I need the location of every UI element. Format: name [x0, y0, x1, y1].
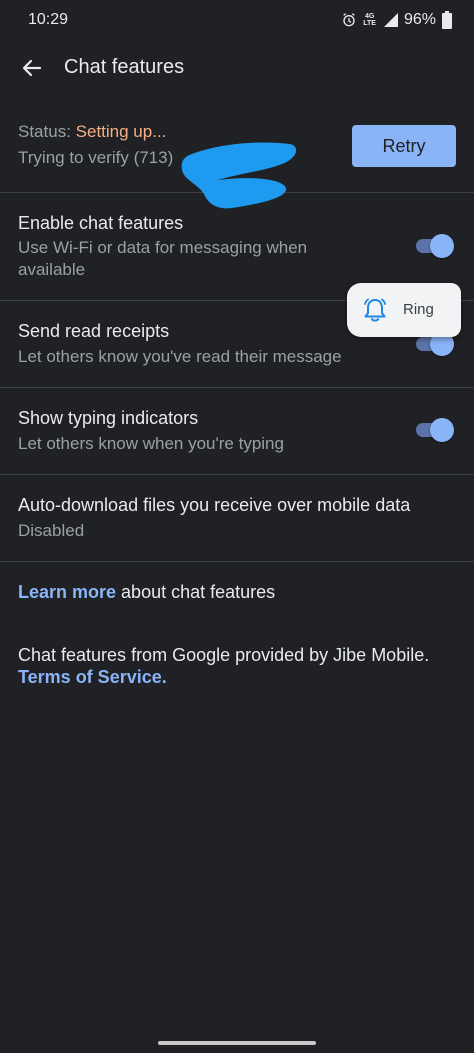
status-icons: 4G LTE 96%: [341, 11, 452, 29]
app-bar: Chat features: [0, 44, 474, 92]
setting-title: Send read receipts: [18, 321, 170, 341]
terms-of-service-link[interactable]: Terms of Service.: [18, 666, 458, 688]
status-label: Status:: [18, 122, 71, 141]
alarm-icon: [343, 13, 356, 27]
network-type-indicator: 4G LTE: [363, 13, 376, 27]
battery-percent: 96%: [403, 11, 436, 28]
ring-popup[interactable]: Ring: [347, 283, 461, 337]
ring-label: Ring: [403, 301, 434, 318]
clock: 10:29: [28, 11, 69, 28]
battery-icon: [442, 11, 452, 29]
setting-summary: Disabled: [18, 521, 85, 540]
setting-show-typing-indicators[interactable]: Show typing indicators Let others know w…: [0, 388, 474, 475]
setting-title: Show typing indicators: [18, 408, 199, 428]
chat-status-section: Status: Setting up... Trying to verify (…: [0, 108, 474, 209]
legal-text: Chat features from Google provided by Ji…: [18, 645, 430, 665]
learn-more-line: Learn more about chat features: [18, 582, 275, 603]
status-value: Setting up...: [75, 122, 167, 141]
setting-title: Enable chat features: [18, 213, 184, 233]
bell-icon: [364, 298, 386, 322]
setting-auto-download[interactable]: Auto-download files you receive over mob…: [0, 475, 474, 562]
retry-button[interactable]: Retry: [352, 125, 456, 167]
status-detail: Trying to verify (713): [18, 148, 174, 167]
status-line: Status: Setting up...: [18, 122, 166, 142]
learn-more-link[interactable]: Learn more: [18, 582, 116, 602]
legal-notice: Chat features from Google provided by Ji…: [18, 644, 458, 688]
signal-icon: [383, 13, 398, 27]
show-typing-indicators-toggle[interactable]: [416, 418, 454, 442]
setting-title: Auto-download files you receive over mob…: [18, 495, 411, 515]
setting-summary: Use Wi-Fi or data for messaging when ava…: [18, 238, 308, 279]
setting-summary: Let others know you've read their messag…: [18, 347, 342, 366]
setting-summary: Let others know when you're typing: [18, 434, 284, 453]
arrow-back-icon[interactable]: [20, 56, 44, 80]
enable-chat-features-toggle[interactable]: [416, 234, 454, 258]
status-bar: 10:29 4G LTE 96%: [0, 0, 474, 40]
page-title: Chat features: [64, 56, 185, 78]
gesture-nav-handle[interactable]: [158, 1041, 316, 1045]
learn-more-rest: about chat features: [116, 582, 276, 602]
